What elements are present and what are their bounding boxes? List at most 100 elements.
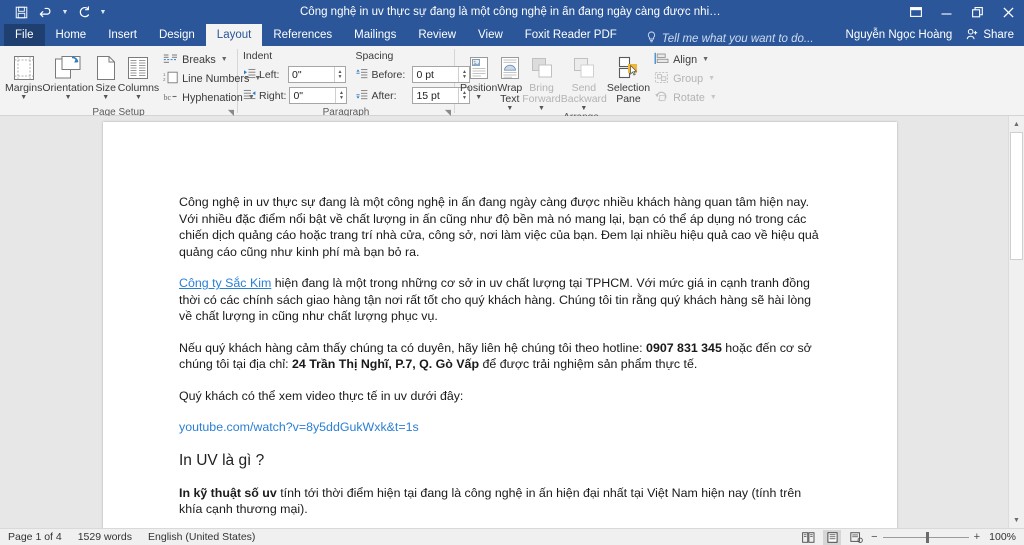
- share-button[interactable]: Share: [960, 26, 1020, 45]
- undo-dropdown-icon[interactable]: ▼: [59, 2, 71, 22]
- status-bar-right: − + 100%: [799, 529, 1024, 545]
- scrollbar-thumb[interactable]: [1010, 132, 1023, 260]
- undo-icon[interactable]: [34, 2, 58, 22]
- zoom-slider[interactable]: − +: [871, 531, 980, 543]
- tab-view[interactable]: View: [467, 24, 514, 46]
- minimize-icon[interactable]: [931, 0, 962, 24]
- columns-dropdown-icon[interactable]: ▼: [135, 94, 142, 101]
- zoom-slider-thumb[interactable]: [925, 531, 929, 543]
- bring-forward-button[interactable]: Bring Forward ▼: [522, 49, 561, 112]
- word-application-window: ▼ ▼ Công nghệ in uv thực sự đang là một …: [0, 0, 1024, 545]
- spacing-before-icon: [355, 66, 368, 84]
- document-heading[interactable]: In UV là gì ?: [179, 451, 821, 470]
- indent-right-value[interactable]: 0": [290, 88, 335, 103]
- document-bold-text: 24 Trần Thị Nghĩ, P.7, Q. Gò Vấp: [291, 357, 480, 371]
- language-status[interactable]: English (United States): [148, 531, 255, 543]
- window-controls: [900, 0, 1024, 24]
- zoom-level-label[interactable]: 100%: [986, 531, 1016, 543]
- lightbulb-icon: [646, 31, 657, 46]
- columns-button[interactable]: Columns ▼: [118, 49, 159, 101]
- margins-button[interactable]: Margins ▼: [5, 49, 42, 101]
- indent-right-spin-arrows[interactable]: ▲ ▼: [335, 88, 346, 103]
- redo-icon[interactable]: [72, 2, 96, 22]
- indent-left-stepper[interactable]: 0" ▲ ▼: [288, 66, 346, 83]
- document-body[interactable]: Công nghệ in uv thực sự đang là một công…: [103, 122, 897, 528]
- tab-design[interactable]: Design: [148, 24, 206, 46]
- document-canvas[interactable]: Công nghệ in uv thực sự đang là một công…: [0, 116, 1024, 528]
- tell-me-search[interactable]: Tell me what you want to do...: [646, 31, 814, 46]
- orientation-label: Orientation: [42, 82, 94, 94]
- spacing-controls: Spacing Before: 0 pt ▲ ▼ After: 15 pt ▲ …: [355, 50, 471, 107]
- size-button[interactable]: Size ▼: [94, 49, 118, 101]
- scroll-down-icon[interactable]: ▼: [1009, 512, 1024, 528]
- web-layout-view-button[interactable]: [847, 530, 865, 545]
- tab-review[interactable]: Review: [407, 24, 467, 46]
- indent-left-value[interactable]: 0": [289, 67, 334, 82]
- tab-foxit-reader-pdf[interactable]: Foxit Reader PDF: [514, 24, 628, 46]
- wrap-text-icon: [498, 51, 522, 81]
- margins-label: Margins: [5, 82, 43, 94]
- word-count-status[interactable]: 1529 words: [78, 531, 132, 543]
- vertical-scrollbar[interactable]: ▲ ▼: [1008, 116, 1024, 528]
- spacing-before-label: Before:: [371, 68, 406, 81]
- restore-icon[interactable]: [962, 0, 993, 24]
- size-dropdown-icon[interactable]: ▼: [102, 94, 109, 101]
- align-dropdown-icon[interactable]: ▼: [702, 56, 709, 63]
- indent-left-row: Left: 0" ▲ ▼: [243, 65, 347, 84]
- send-backward-button[interactable]: Send Backward ▼: [561, 49, 607, 112]
- read-mode-view-button[interactable]: [799, 530, 817, 545]
- close-icon[interactable]: [993, 0, 1024, 24]
- orientation-button[interactable]: Orientation ▼: [42, 49, 94, 101]
- rotate-dropdown-icon[interactable]: ▼: [710, 94, 717, 101]
- spacing-before-row: Before: 0 pt ▲ ▼: [355, 65, 471, 84]
- scroll-up-icon[interactable]: ▲: [1009, 116, 1024, 132]
- tab-home[interactable]: Home: [45, 24, 98, 46]
- position-dropdown-icon[interactable]: ▼: [475, 94, 482, 101]
- document-paragraph[interactable]: In kỹ thuật số uv tính tới thời điểm hiệ…: [179, 485, 821, 518]
- ribbon-display-options-icon[interactable]: [900, 0, 931, 24]
- document-title: Công nghệ in uv thực sự đang là một công…: [300, 6, 947, 18]
- tab-layout[interactable]: Layout: [205, 24, 263, 46]
- bring-forward-dropdown-icon[interactable]: ▼: [538, 105, 545, 112]
- document-page[interactable]: Công nghệ in uv thực sự đang là một công…: [103, 122, 897, 528]
- save-icon[interactable]: [9, 2, 33, 22]
- indent-left-spin-arrows[interactable]: ▲ ▼: [334, 67, 345, 82]
- spacing-before-value[interactable]: 0 pt: [413, 67, 458, 82]
- zoom-slider-track[interactable]: [882, 531, 969, 543]
- indent-header: Indent: [243, 50, 273, 62]
- send-backward-dropdown-icon[interactable]: ▼: [580, 105, 587, 112]
- selection-pane-button[interactable]: Selection Pane: [607, 49, 650, 105]
- zoom-in-button[interactable]: +: [974, 531, 980, 543]
- zoom-out-button[interactable]: −: [871, 531, 877, 543]
- document-paragraph[interactable]: youtube.com/watch?v=8y5ddGukWxk&t=1s: [179, 419, 821, 436]
- spacing-after-value[interactable]: 15 pt: [413, 88, 458, 103]
- tab-references[interactable]: References: [262, 24, 343, 46]
- document-paragraph[interactable]: Quý khách có thể xem video thực tế in uv…: [179, 388, 821, 405]
- tab-mailings[interactable]: Mailings: [343, 24, 407, 46]
- align-button[interactable]: Align ▼: [650, 50, 721, 69]
- document-hyperlink[interactable]: youtube.com/watch?v=8y5ddGukWxk&t=1s: [179, 420, 419, 434]
- tab-file[interactable]: File: [4, 24, 45, 46]
- document-paragraph[interactable]: Công ty Sắc Kim hiện đang là một trong n…: [179, 275, 821, 325]
- orientation-dropdown-icon[interactable]: ▼: [65, 94, 72, 101]
- indent-right-stepper[interactable]: 0" ▲ ▼: [289, 87, 348, 104]
- user-account-name[interactable]: Nguyễn Ngọc Hoàng: [846, 29, 953, 41]
- position-button[interactable]: Position ▼: [460, 49, 497, 101]
- document-hyperlink[interactable]: Công ty Sắc Kim: [179, 276, 271, 290]
- customize-quick-access-toolbar-icon[interactable]: ▼: [97, 2, 109, 22]
- document-paragraph[interactable]: Công nghệ in uv thực sự đang là một công…: [179, 194, 821, 260]
- rotate-button[interactable]: Rotate ▼: [650, 88, 721, 107]
- send-backward-label: Send Backward: [560, 82, 607, 105]
- wrap-text-dropdown-icon[interactable]: ▼: [506, 105, 513, 112]
- group-dropdown-icon[interactable]: ▼: [708, 75, 715, 82]
- margins-dropdown-icon[interactable]: ▼: [20, 94, 27, 101]
- breaks-dropdown-icon[interactable]: ▼: [221, 56, 228, 63]
- wrap-text-button[interactable]: Wrap Text ▼: [497, 49, 522, 112]
- tab-insert[interactable]: Insert: [97, 24, 148, 46]
- print-layout-view-button[interactable]: [823, 529, 842, 545]
- page-number-status[interactable]: Page 1 of 4: [8, 531, 62, 543]
- rotate-label: Rotate: [673, 91, 705, 104]
- group-button[interactable]: Group ▼: [650, 69, 721, 88]
- position-label: Position: [460, 82, 498, 94]
- document-paragraph[interactable]: Nếu quý khách hàng cảm thấy chúng ta có …: [179, 340, 821, 373]
